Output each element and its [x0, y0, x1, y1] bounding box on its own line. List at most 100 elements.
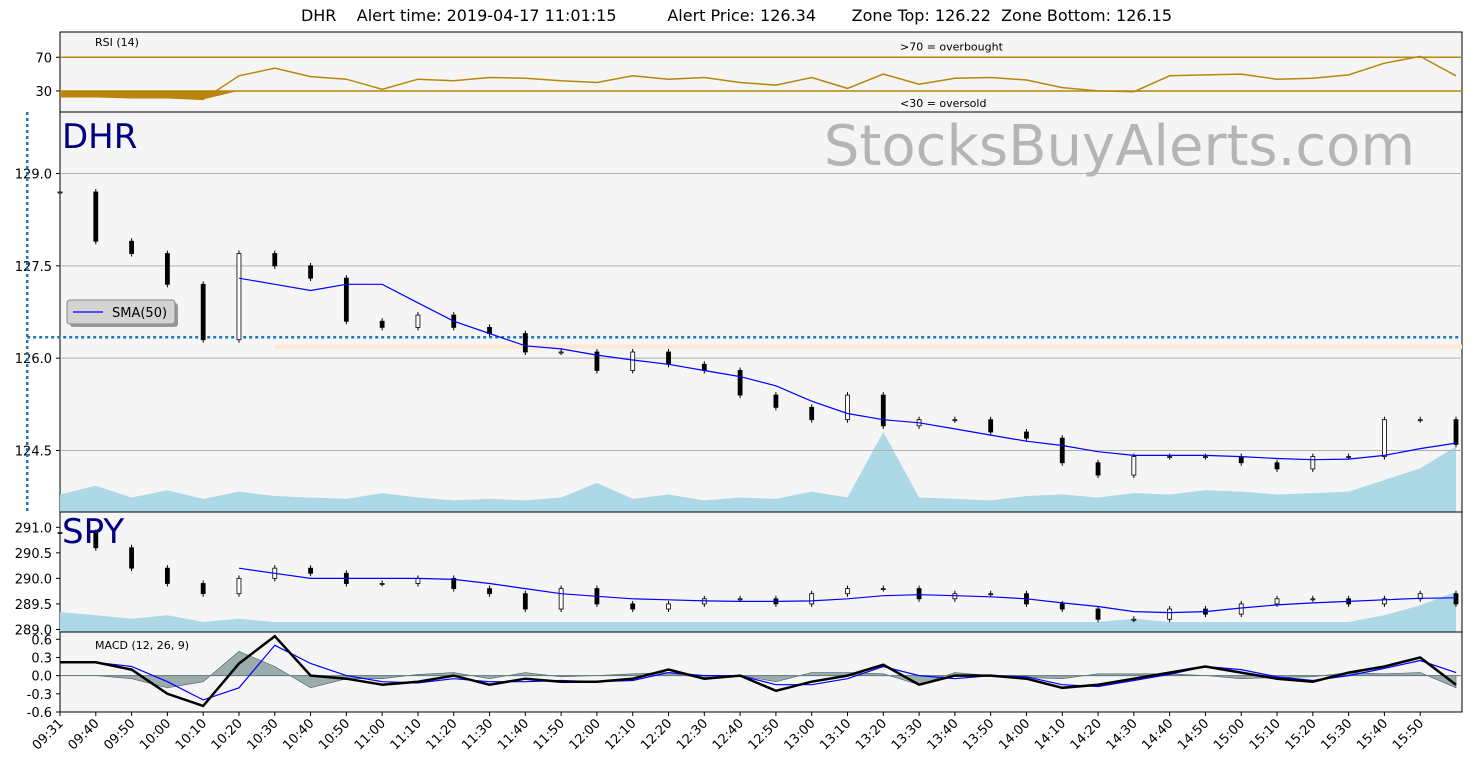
spy-candle	[415, 577, 421, 584]
dhr-tick-label: 129.0	[15, 168, 52, 183]
spy-candle	[1131, 618, 1137, 621]
x-tick-label: 13:20	[853, 716, 890, 753]
spy-candle	[200, 583, 206, 595]
dhr-candle	[1024, 431, 1029, 439]
dhr-candle	[630, 351, 636, 371]
x-tick-label: 11:50	[531, 716, 568, 753]
dhr-candle	[845, 394, 850, 421]
spy-candle	[164, 567, 170, 584]
spy-candle	[522, 593, 528, 610]
dhr-candle	[379, 320, 385, 328]
dhr-candle	[880, 394, 886, 427]
x-tick-label: 09:40	[66, 716, 103, 753]
x-tick-label: 14:30	[1104, 716, 1141, 753]
spy-candle	[1238, 603, 1244, 615]
x-tick-label: 13:00	[781, 716, 818, 753]
x-tick-label: 14:50	[1175, 716, 1212, 753]
spy-candle	[1095, 608, 1101, 620]
x-tick-label: 12:20	[638, 716, 675, 753]
x-tick-label: 10:10	[173, 716, 210, 753]
x-tick-label: 10:00	[137, 716, 174, 753]
rsi-tick-label: 30	[35, 85, 52, 100]
spy-frame	[59, 511, 1463, 633]
dhr-candle	[952, 419, 958, 422]
spy-candle	[1310, 598, 1316, 601]
dhr-candle	[558, 351, 564, 354]
x-tick-label: 15:40	[1354, 716, 1391, 753]
watermark: StocksBuyAlerts.com	[824, 114, 1415, 179]
spy-tick-label: 290.5	[15, 547, 52, 562]
dhr-candle	[522, 333, 528, 353]
time-axis: 09:3109:4009:5010:0010:1010:2010:3010:40…	[30, 712, 1427, 753]
dhr-candle	[1059, 437, 1065, 464]
x-tick-label: 11:00	[352, 716, 389, 753]
dhr-candle	[1167, 456, 1173, 459]
spy-candle	[558, 588, 564, 610]
macd-tick-label: 0.0	[31, 670, 52, 685]
dhr-candle	[1238, 456, 1244, 464]
macd-tick-label: -0.6	[27, 706, 52, 721]
x-tick-label: 15:30	[1318, 716, 1355, 753]
spy-tick-label: 291.0	[15, 521, 52, 536]
x-tick-label: 14:10	[1032, 716, 1069, 753]
spy-candle	[880, 588, 886, 590]
dhr-candle	[666, 351, 671, 365]
dhr-candle	[1203, 456, 1208, 459]
x-tick-label: 10:50	[316, 716, 353, 753]
dhr-candle	[1382, 419, 1387, 458]
dhr-candle	[809, 406, 815, 421]
x-tick-label: 15:10	[1247, 716, 1284, 753]
legend-sma-label: SMA(50)	[112, 306, 167, 321]
dhr-price-panel: 129.0 127.5 126.0 124.5 StocksBuyAlerts.com D…	[15, 111, 1463, 513]
dhr-tick-label: 126.0	[15, 352, 52, 367]
macd-panel: 0.6 0.3 0.0 -0.3 -0.6 MACD (12, 26, 9)	[27, 631, 1463, 721]
x-tick-label: 11:10	[388, 716, 425, 753]
macd-tick-label: 0.3	[31, 651, 52, 666]
x-tick-label: 11:40	[495, 716, 532, 753]
spy-candle	[666, 603, 671, 610]
spy-candle	[845, 588, 850, 595]
x-tick-label: 12:10	[602, 716, 639, 753]
dhr-candle	[1274, 462, 1280, 470]
dhr-candle	[164, 253, 170, 285]
spy-candle	[379, 583, 385, 585]
dhr-candle	[1453, 419, 1459, 445]
dhr-candle	[773, 394, 779, 408]
macd-tick-label: 0.6	[31, 633, 52, 648]
dhr-candle	[236, 253, 242, 341]
spy-price-panel: 291.0290.5290.0289.5289.0SPY	[15, 511, 1463, 638]
x-tick-label: 12:30	[674, 716, 711, 753]
rsi-panel: 70 30 RSI (14) >70 = overbought <30 = overso…	[35, 31, 1463, 113]
spy-ticker-label: SPY	[62, 512, 124, 552]
oversold-label: <30 = oversold	[900, 97, 986, 110]
overbought-label: >70 = overbought	[900, 40, 1004, 53]
dhr-candle	[1417, 419, 1423, 422]
x-tick-label: 12:50	[746, 716, 783, 753]
dhr-candle	[737, 370, 743, 396]
dhr-candle	[308, 265, 313, 279]
stock-alert-chart: 70 30 RSI (14) >70 = overbought <30 = overso…	[15, 31, 1463, 753]
dhr-candle	[1310, 456, 1316, 470]
x-tick-label: 14:20	[1068, 716, 1105, 753]
spy-candle	[487, 588, 492, 595]
spy-candle	[129, 547, 134, 569]
dhr-candle	[1346, 456, 1352, 459]
x-tick-label: 12:40	[710, 716, 747, 753]
dhr-candle	[988, 419, 994, 433]
dhr-candle	[415, 314, 421, 328]
x-tick-label: 09:50	[101, 716, 138, 753]
dhr-candle	[200, 283, 206, 341]
spy-candle	[1167, 608, 1173, 620]
dhr-candle	[1095, 462, 1101, 476]
spy-candle	[988, 593, 994, 596]
spy-candle	[737, 598, 743, 601]
x-tick-label: 10:20	[209, 716, 246, 753]
spy-candle	[308, 567, 313, 574]
sma-legend: SMA(50)	[66, 299, 178, 327]
spy-candle	[916, 588, 922, 600]
x-tick-label: 13:30	[889, 716, 926, 753]
x-tick-label: 10:30	[244, 716, 281, 753]
spy-tick-label: 289.5	[15, 598, 52, 613]
rsi-tick-label: 70	[35, 51, 52, 66]
x-tick-label: 11:20	[423, 716, 460, 753]
